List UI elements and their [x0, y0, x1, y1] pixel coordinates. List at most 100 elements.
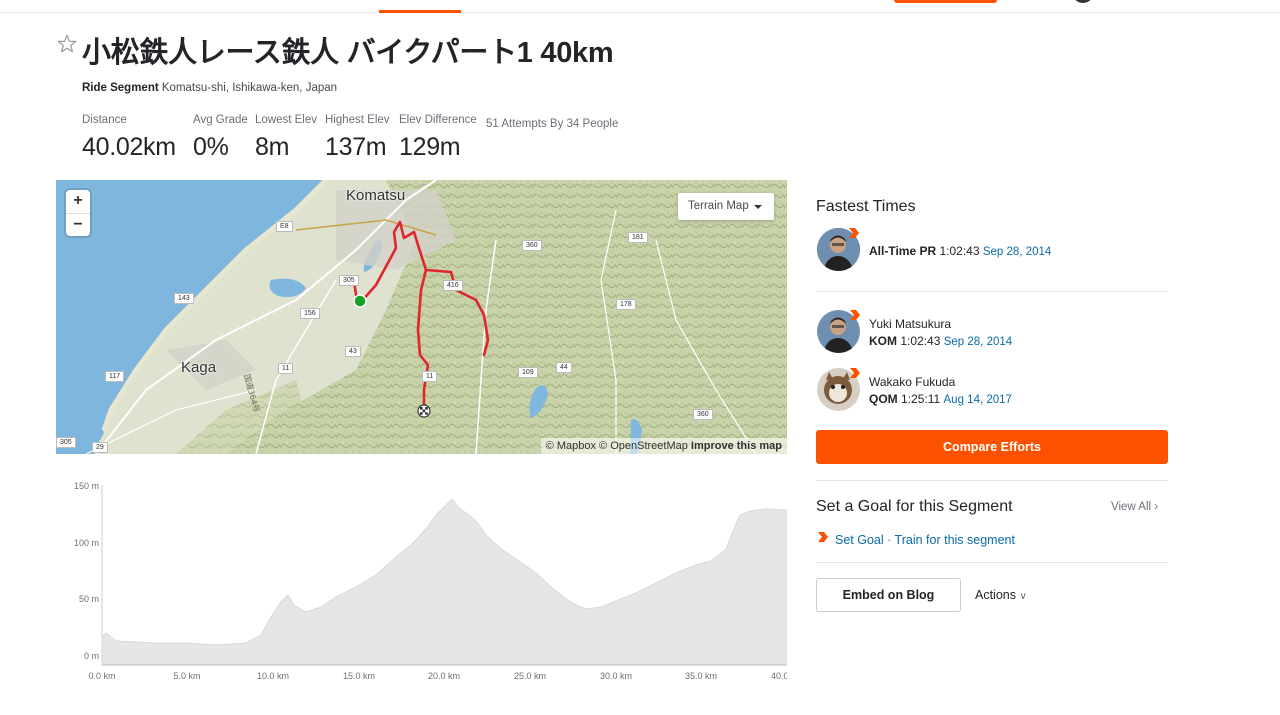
goal-chevron-icon	[818, 532, 828, 542]
terrain-map-label: Terrain Map	[688, 200, 749, 212]
qom-date-link[interactable]: Aug 14, 2017	[944, 394, 1012, 406]
pr-date-link[interactable]: Sep 28, 2014	[983, 246, 1051, 258]
stat-label: Lowest Elev	[255, 114, 318, 126]
kom-crown-icon	[850, 310, 860, 320]
y-tick-label: 50 m	[79, 594, 99, 604]
stat-label: Distance	[82, 114, 127, 126]
pr-row: All-Time PR 1:02:43 Sep 28, 2014	[869, 244, 1051, 258]
actions-label: Actions	[975, 588, 1016, 602]
stat-distance: Distance 40.02km	[82, 114, 176, 162]
caret-down-icon	[754, 205, 762, 209]
upgrade-button[interactable]	[894, 0, 997, 3]
link-separator: ·	[887, 533, 892, 547]
segment-subtitle: Ride Segment Komatsu-shi, Ishikawa-ken, …	[82, 82, 337, 94]
road-badge: 143	[174, 293, 194, 304]
y-tick-label: 100 m	[74, 538, 99, 548]
x-tick-label: 35.0 km	[685, 671, 717, 681]
road-badge: 156	[300, 308, 320, 319]
road-badge: 416	[443, 280, 463, 291]
x-tick-label: 40.0 km	[771, 671, 787, 681]
segment-map[interactable]: 国道364号 Komatsu Kaga E8 305 143 156 43 11…	[56, 180, 787, 454]
road-badge: 117	[105, 371, 125, 382]
attrib-mapbox-link[interactable]: © Mapbox	[546, 440, 596, 452]
user-avatar[interactable]	[1072, 0, 1094, 3]
stat-label: Highest Elev	[325, 114, 390, 126]
stat-lowest-elev: Lowest Elev 8m	[255, 114, 317, 162]
place-label-komatsu: Komatsu	[346, 187, 406, 204]
zoom-controls: + −	[66, 190, 90, 236]
y-tick-label: 150 m	[74, 481, 99, 491]
embed-on-blog-button[interactable]: Embed on Blog	[816, 578, 961, 612]
start-marker[interactable]	[353, 294, 367, 308]
qom-name[interactable]: Wakako Fukuda	[869, 375, 955, 389]
qom-row: QOM 1:25:11 Aug 14, 2017	[869, 392, 1012, 406]
stat-value: 8m	[255, 133, 290, 161]
kom-label: KOM	[869, 334, 897, 348]
stat-value: 137m	[325, 133, 387, 161]
map-attribution: © Mapbox © OpenStreetMap Improve this ma…	[540, 438, 787, 454]
actions-dropdown[interactable]: Actions ∨	[975, 588, 1027, 602]
road-badge: 11	[278, 363, 294, 374]
x-tick-label: 15.0 km	[343, 671, 375, 681]
attrib-osm-link[interactable]: © OpenStreetMap	[599, 440, 688, 452]
segment-location: Komatsu-shi, Ishikawa-ken, Japan	[161, 82, 338, 94]
segment-type: Ride Segment	[82, 82, 159, 94]
stat-label: Avg Grade	[193, 114, 248, 126]
top-navigation	[0, 0, 1280, 13]
strava-chevron-icon	[849, 228, 859, 238]
x-tick-label: 5.0 km	[173, 671, 200, 681]
road-badge: 11	[422, 371, 438, 382]
stat-avg-grade: Avg Grade 0%	[193, 114, 248, 162]
kom-time: 1:02:43	[900, 334, 941, 348]
road-badge: 44	[556, 362, 572, 373]
pr-time: 1:02:43	[939, 244, 980, 258]
divider	[816, 480, 1168, 481]
attempts-text: 51 Attempts By 34 People	[486, 118, 619, 130]
stat-elev-difference: Elev Difference 129m	[399, 114, 477, 162]
goal-links: Set Goal · Train for this segment	[835, 533, 1015, 547]
improve-map-link[interactable]: Improve this map	[691, 440, 782, 452]
zoom-in-button[interactable]: +	[66, 190, 90, 213]
x-tick-label: 30.0 km	[600, 671, 632, 681]
stat-highest-elev: Highest Elev 137m	[325, 114, 390, 162]
goal-heading: Set a Goal for this Segment	[816, 498, 1013, 515]
qom-time: 1:25:11	[901, 392, 941, 406]
pr-label: All-Time PR	[869, 244, 937, 258]
map-terrain: 国道364号	[56, 180, 787, 454]
page-title: 小松鉄人レース鉄人 バイクパート1 40km	[82, 37, 614, 69]
train-segment-link[interactable]: Train for this segment	[895, 533, 1015, 547]
stat-value: 40.02km	[82, 133, 176, 161]
road-badge: 43	[345, 346, 361, 357]
road-badge: 178	[616, 299, 636, 310]
x-tick-label: 0.0 km	[88, 671, 115, 681]
terrain-map-dropdown[interactable]: Terrain Map	[678, 193, 774, 220]
road-badge: 360	[693, 409, 713, 420]
zoom-out-button[interactable]: −	[66, 213, 90, 236]
stat-value: 129m	[399, 133, 461, 161]
road-badge: 305	[56, 437, 76, 448]
elevation-area	[101, 498, 787, 666]
active-tab-indicator[interactable]	[379, 10, 461, 13]
kom-date-link[interactable]: Sep 28, 2014	[944, 336, 1012, 348]
road-badge: E8	[276, 221, 293, 232]
kom-row: KOM 1:02:43 Sep 28, 2014	[869, 334, 1012, 348]
qom-crown-icon	[850, 368, 860, 378]
fastest-times-heading: Fastest Times	[816, 198, 916, 215]
set-goal-link[interactable]: Set Goal	[835, 533, 884, 547]
road-badge: 109	[518, 367, 538, 378]
stat-label: Elev Difference	[399, 114, 477, 126]
chevron-right-icon: ›	[1154, 501, 1159, 513]
elevation-profile[interactable]: 150 m 100 m 50 m 0 m 0.0 km 5.0 km 10.0 …	[56, 477, 787, 687]
y-tick-label: 0 m	[84, 651, 99, 661]
divider	[816, 562, 1168, 563]
view-all-label: View All	[1111, 501, 1152, 513]
stat-value: 0%	[193, 133, 229, 161]
road-badge: 360	[522, 240, 542, 251]
chevron-down-icon: ∨	[1019, 591, 1027, 602]
divider	[816, 291, 1168, 292]
road-badge: 181	[628, 232, 648, 243]
kom-name[interactable]: Yuki Matsukura	[869, 317, 951, 331]
star-icon[interactable]	[56, 33, 78, 55]
view-all-link[interactable]: View All ›	[1111, 501, 1158, 513]
compare-efforts-button[interactable]: Compare Efforts	[816, 430, 1168, 464]
